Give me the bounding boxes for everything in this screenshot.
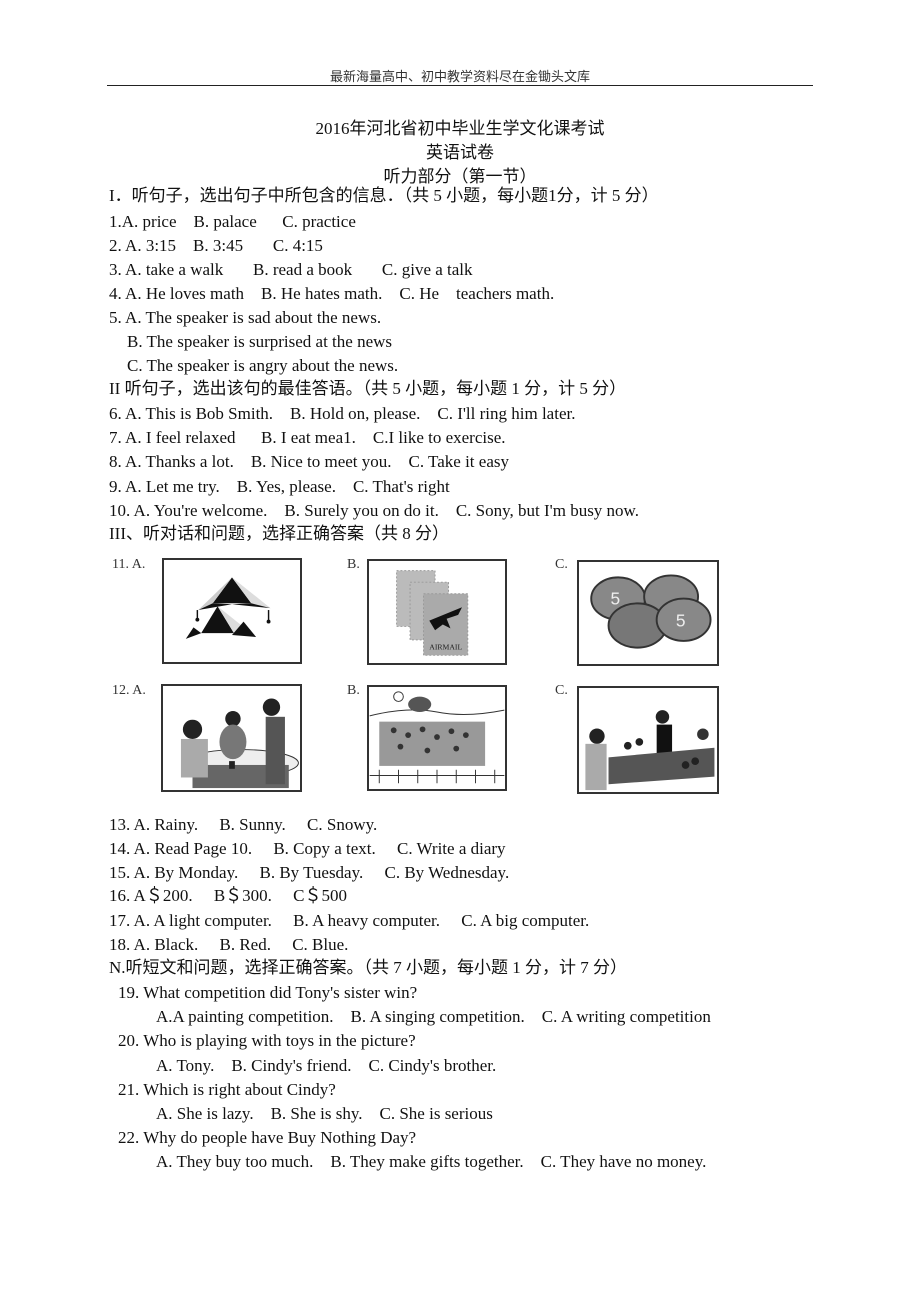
question-19: 19. What competition did Tony's sister w… [118,983,418,1002]
picture-park [367,685,507,791]
question-22-options: A. They buy too much. B. They make gifts… [156,1152,707,1171]
question-5-option-c: C. The speaker is angry about the news. [127,356,399,375]
park-illustration [369,691,505,784]
question-15: 15. A. By Monday. B. By Tuesday. C. By W… [109,863,510,882]
restaurant-illustration [180,698,299,789]
question-19-options: A.A painting competition. B. A singing c… [156,1007,711,1026]
picture-market [577,686,719,794]
exam-page: 最新海量高中、初中教学资料尽在金锄头文库 2016年河北省初中毕业生学文化课考试… [0,0,920,1302]
question-12-option-c-label: C. [555,683,568,698]
question-18: 18. A. Black. B. Red. C. Blue. [109,935,349,954]
header-rule [107,85,813,86]
question-7: 7. A. I feel relaxed B. I eat mea1. C.I … [109,428,506,447]
question-22: 22. Why do people have Buy Nothing Day? [118,1128,417,1147]
question-4: 4. A. He loves math B. He hates math. C.… [109,284,555,303]
section-3-heading: III、听对话和问题，选择正确答案（共 8 分） [109,524,449,543]
coins-illustration: 5 5 [590,574,712,649]
question-16: 16. A＄200. B＄300. C＄500 [109,886,348,905]
header-banner: 最新海量高中、初中教学资料尽在金锄头文库 [329,69,590,84]
question-12-label: 12. A. [112,683,146,698]
question-11-option-c-label: C. [555,557,568,572]
stamps-illustration: AIRMAIL [396,570,469,656]
exam-title: 2016年河北省初中毕业生学文化课考试 [315,119,605,138]
question-6: 6. A. This is Bob Smith. B. Hold on, ple… [109,404,576,423]
question-5: 5. A. The speaker is sad about the news. [109,308,382,327]
question-11-option-b-label: B. [347,557,360,572]
section-part-title: 听力部分（第一节） [383,167,537,186]
svg-text:5: 5 [676,610,686,630]
question-9: 9. A. Let me try. B. Yes, please. C. Tha… [109,477,450,496]
picture-coins: 5 5 [577,560,719,666]
question-17: 17. A. A light computer. B. A heavy comp… [109,911,590,930]
question-11-label: 11. A. [112,557,146,572]
question-12-option-b-label: B. [347,683,360,698]
question-14: 14. A. Read Page 10. B. Copy a text. C. … [109,839,506,858]
section-4-heading: N.听短文和问题，选择正确答案。（共 7 小题，每小题 1 分，计 7 分） [109,958,628,977]
picture-restaurant [161,684,302,792]
question-1: 1.A. price B. palace C. practice [109,212,356,231]
question-3: 3. A. take a walk B. read a book C. give… [109,260,473,279]
picture-stamps: AIRMAIL [367,559,507,665]
question-8: 8. A. Thanks a lot. B. Nice to meet you.… [109,452,509,471]
question-2: 2. A. 3:15 B. 3:45 C. 4:15 [109,236,323,255]
kites-illustration [185,577,271,639]
question-20: 20. Who is playing with toys in the pict… [118,1031,416,1050]
question-21: 21. Which is right about Cindy? [118,1080,336,1099]
section-2-heading: II 听句子，选出该句的最佳答语。（共 5 小题，每小题 1 分，计 5 分） [109,379,627,398]
question-13: 13. A. Rainy. B. Sunny. C. Snowy. [109,815,378,834]
picture-kites [162,558,302,664]
svg-text:AIRMAIL: AIRMAIL [429,643,462,652]
question-20-options: A. Tony. B. Cindy's friend. C. Cindy's b… [156,1056,497,1075]
section-1-heading: I．听句子，选出句子中所包含的信息．（共 5 小题，每小题1分，计 5 分） [109,186,659,205]
question-5-option-b: B. The speaker is surprised at the news [127,332,393,351]
svg-text:5: 5 [610,588,620,608]
market-illustration [585,710,715,791]
exam-subtitle: 英语试卷 [426,143,494,162]
question-10: 10. A. You're welcome. B. Surely you on … [109,501,639,520]
question-21-options: A. She is lazy. B. She is shy. C. She is… [156,1104,493,1123]
